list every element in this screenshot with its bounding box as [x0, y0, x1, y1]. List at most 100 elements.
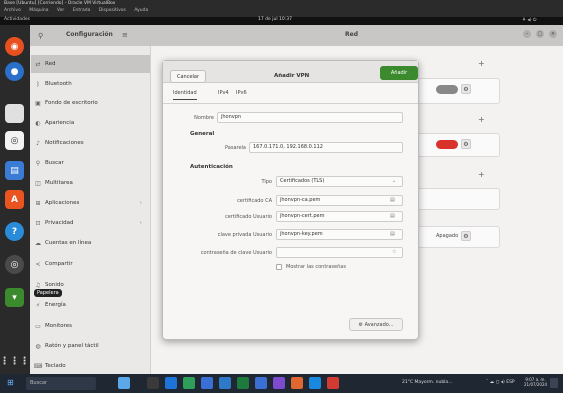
- file-picker-icon[interactable]: ▤: [390, 213, 395, 219]
- menu-archivo[interactable]: Archivo: [4, 8, 21, 13]
- sidebar-item-energia[interactable]: ⚡ Energía: [31, 296, 150, 314]
- search-icon: ⚲: [35, 159, 41, 167]
- bell-icon: ♪: [36, 139, 40, 147]
- menu-ayuda[interactable]: Ayuda: [134, 8, 148, 13]
- menu-ver[interactable]: Ver: [57, 8, 64, 13]
- gear-icon[interactable]: ⚙: [461, 84, 471, 94]
- menu-entrada[interactable]: Entrada: [73, 8, 91, 13]
- system-tray[interactable]: ⚘ ◂) ⏻: [522, 17, 536, 23]
- gateway-label: Pasarela: [225, 145, 246, 151]
- files-icon[interactable]: [5, 104, 24, 123]
- firefox-icon[interactable]: ●: [5, 62, 24, 81]
- sidebar-item-bluetooth[interactable]: ᛒ Bluetooth: [31, 75, 150, 93]
- chevron-down-icon: ⌄: [392, 178, 397, 184]
- monitor-icon: ▭: [35, 322, 41, 330]
- sidebar-item-multitarea[interactable]: ◫ Multitarea: [31, 174, 150, 192]
- show-password-checkbox[interactable]: [276, 264, 282, 270]
- appearance-icon: ◐: [35, 119, 41, 127]
- gear-icon[interactable]: ⚙: [461, 231, 471, 241]
- virtualbox-icon[interactable]: [309, 377, 321, 389]
- menu-dispositivos[interactable]: Dispositivos: [99, 8, 126, 13]
- sound-icon: ♫: [35, 281, 41, 289]
- gear-icon[interactable]: ⚙: [461, 139, 471, 149]
- add-connection-icon[interactable]: +: [478, 170, 485, 179]
- ca-cert-field[interactable]: jhonvpn-ca.pem: [276, 195, 403, 206]
- minimize-icon[interactable]: –: [523, 30, 531, 38]
- notifications-icon[interactable]: [550, 378, 558, 388]
- tab-identidad[interactable]: Identidad: [173, 90, 197, 100]
- advanced-button[interactable]: ⚙ Avanzado...: [349, 318, 403, 331]
- widgets-icon[interactable]: [118, 377, 130, 389]
- taskbar-tray[interactable]: ˆ ☁ ◻ ◂) ESP: [486, 380, 515, 385]
- dialog-title: Añadir VPN: [274, 73, 310, 79]
- app-center-icon[interactable]: A: [5, 190, 24, 209]
- chrome-icon[interactable]: [183, 377, 195, 389]
- ca-cert-label: certificado CA: [237, 198, 272, 204]
- sidebar-item-fondo[interactable]: ▣ Fondo de escritorio: [31, 94, 150, 112]
- password-options-icon[interactable]: ☆: [392, 249, 396, 255]
- sidebar-item-raton[interactable]: ◍ Ratón y panel táctil: [31, 337, 150, 355]
- menu-maquina[interactable]: Máquina: [29, 8, 48, 13]
- name-field[interactable]: jhonvpn: [217, 112, 403, 123]
- sidebar-item-compartir[interactable]: < Compartir: [31, 255, 150, 273]
- add-button[interactable]: Añadir: [380, 66, 418, 80]
- sidebar-item-cuentas[interactable]: ☁ Cuentas en línea: [31, 234, 150, 252]
- word-icon[interactable]: [219, 377, 231, 389]
- virtualbox-menu: Archivo Máquina Ver Entrada Dispositivos…: [4, 8, 155, 13]
- keyboard-icon: ⌨: [33, 362, 43, 370]
- windows-start-icon[interactable]: ⊞: [7, 378, 14, 387]
- add-connection-icon[interactable]: +: [478, 59, 485, 68]
- sidebar-item-notificaciones[interactable]: ♪ Notificaciones: [31, 134, 150, 152]
- trash-icon[interactable]: ▾: [5, 288, 24, 307]
- wallpaper-icon: ▣: [35, 99, 41, 107]
- tab-ipv6[interactable]: IPv6: [236, 90, 247, 96]
- ubuntu-logo-icon[interactable]: ◉: [5, 37, 24, 56]
- search-icon[interactable]: ⚲: [38, 32, 43, 40]
- close-icon[interactable]: ×: [549, 30, 557, 38]
- key-password-field[interactable]: [276, 247, 403, 258]
- app-grid-icon[interactable]: ⋮⋮⋮: [0, 352, 30, 371]
- clock[interactable]: 17 de jul 10:37: [258, 17, 292, 22]
- user-cert-field[interactable]: jhonvpn-cert.pem: [276, 211, 403, 222]
- gateway-field[interactable]: 167.0.171.0, 192.168.0.112: [249, 142, 403, 153]
- type-dropdown[interactable]: Certificados (TLS): [276, 176, 403, 187]
- app-icon[interactable]: [291, 377, 303, 389]
- wired-toggle[interactable]: [436, 85, 458, 94]
- excel-icon[interactable]: [237, 377, 249, 389]
- help-icon[interactable]: ?: [5, 222, 24, 241]
- file-picker-icon[interactable]: ▤: [390, 197, 395, 203]
- sidebar-item-privacidad[interactable]: ⊡ Privacidad ›: [31, 214, 150, 232]
- rhythmbox-icon[interactable]: ◎: [5, 131, 24, 150]
- task-view-icon[interactable]: [147, 377, 159, 389]
- edge-icon[interactable]: [201, 377, 213, 389]
- taskbar-clock[interactable]: 9:07 a. m. 21/07/2024: [524, 377, 547, 387]
- optical-disc-icon[interactable]: ◎: [5, 255, 24, 274]
- sidebar-item-red[interactable]: ⇄ Red: [31, 55, 150, 73]
- page-title: Red: [345, 31, 358, 38]
- tab-ipv4[interactable]: IPv4: [218, 90, 229, 96]
- mouse-icon: ◍: [35, 342, 41, 350]
- private-key-field[interactable]: jhonvpn-key.pem: [276, 229, 403, 240]
- activities-button[interactable]: Actividades: [4, 17, 30, 22]
- sidebar-item-buscar[interactable]: ⚲ Buscar: [31, 154, 150, 172]
- private-key-label: clave privada Usuario: [217, 232, 272, 238]
- sidebar-item-teclado[interactable]: ⌨ Teclado: [31, 357, 150, 375]
- sidebar-item-monitores[interactable]: ▭ Monitores: [31, 317, 150, 335]
- sidebar-item-apariencia[interactable]: ◐ Apariencia: [31, 114, 150, 132]
- app-icon[interactable]: [273, 377, 285, 389]
- writer-icon[interactable]: ▤: [5, 161, 24, 180]
- weather-widget[interactable]: 21°C Mayorm. nubla...: [402, 380, 452, 385]
- explorer-icon[interactable]: [255, 377, 267, 389]
- sidebar-item-aplicaciones[interactable]: ⊞ Aplicaciones ›: [31, 194, 150, 212]
- add-vpn-icon[interactable]: +: [478, 115, 485, 124]
- name-label: Nombre: [194, 115, 214, 121]
- hamburger-menu-icon[interactable]: ≡: [122, 31, 128, 39]
- cancel-button[interactable]: Cancelar: [170, 70, 206, 83]
- vpn-toggle[interactable]: [436, 140, 458, 149]
- app-icon[interactable]: [165, 377, 177, 389]
- bluetooth-icon: ᛒ: [36, 80, 40, 88]
- file-picker-icon[interactable]: ▤: [390, 231, 395, 237]
- app-icon[interactable]: [327, 377, 339, 389]
- taskbar-search[interactable]: Buscar: [26, 377, 96, 390]
- maximize-icon[interactable]: □: [536, 30, 544, 38]
